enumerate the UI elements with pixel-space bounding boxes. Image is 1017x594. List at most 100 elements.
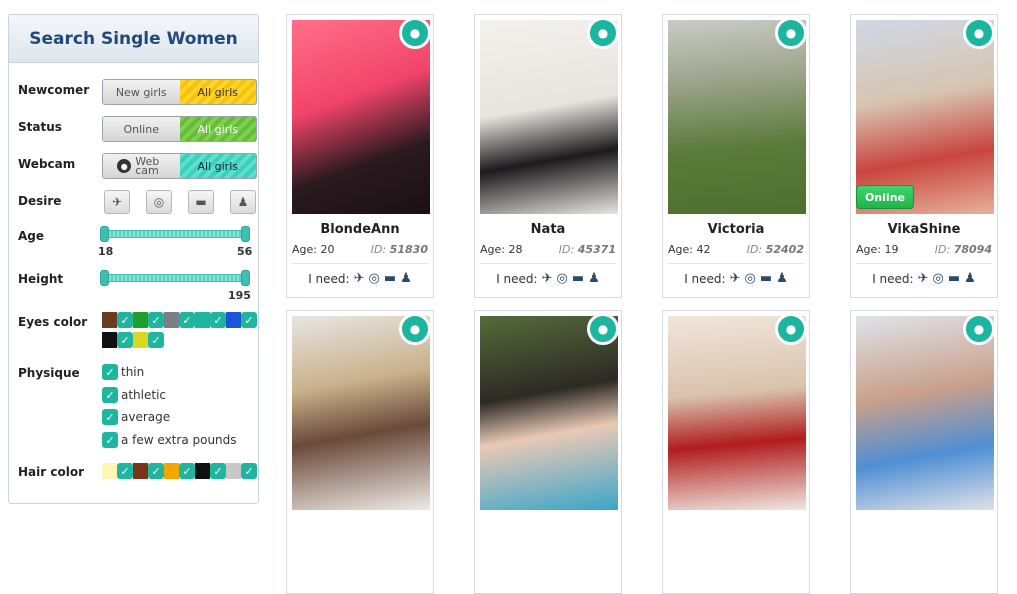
profile-name[interactable]: VikaShine bbox=[851, 222, 997, 237]
rings-icon: ◎ bbox=[932, 271, 944, 286]
newcomer-row: Newcomer New girls All girls bbox=[18, 79, 257, 107]
height-min-handle[interactable] bbox=[100, 270, 109, 286]
profile-id: ID: 78094 bbox=[934, 243, 992, 256]
newcomer-toggle: New girls All girls bbox=[102, 79, 257, 105]
webcam-icon[interactable]: ● bbox=[587, 313, 619, 345]
profile-card[interactable]: ● Victoria Age: 42 ID: 52402 I need: ✈ ◎ ▬ ♟ bbox=[662, 14, 810, 298]
all-girls-option[interactable]: All girls bbox=[179, 80, 256, 104]
physique-option[interactable]: ✓ a few extra pounds bbox=[102, 432, 237, 448]
profile-photo[interactable] bbox=[668, 316, 806, 510]
physique-option[interactable]: ✓ average bbox=[102, 409, 170, 425]
profile-card[interactable]: ● bbox=[850, 310, 998, 594]
webcam-icon[interactable]: ● bbox=[587, 17, 619, 49]
profile-name[interactable]: Nata bbox=[475, 222, 621, 237]
check-icon: ✓ bbox=[102, 387, 118, 403]
color-swatch[interactable]: ✓ bbox=[164, 312, 195, 328]
profile-card[interactable]: ● Nata Age: 28 ID: 45371 I need: ✈ ◎ ▬ ♟ bbox=[474, 14, 622, 298]
color-swatch[interactable]: ✓ bbox=[102, 332, 133, 348]
webcam-icon[interactable]: ● bbox=[399, 313, 431, 345]
check-icon: ✓ bbox=[148, 332, 164, 348]
eyes-label: Eyes color bbox=[18, 315, 88, 329]
profile-card[interactable]: ● Online VikaShine Age: 19 ID: 78094 I ne… bbox=[850, 14, 998, 298]
color-sample bbox=[133, 463, 148, 479]
age-min-value: 18 bbox=[98, 245, 114, 258]
color-sample bbox=[102, 463, 117, 479]
check-icon: ✓ bbox=[179, 312, 195, 328]
plane-icon[interactable]: ✈ bbox=[104, 190, 130, 214]
new-girls-option[interactable]: New girls bbox=[103, 80, 180, 104]
check-icon: ✓ bbox=[102, 432, 118, 448]
color-sample bbox=[226, 463, 241, 479]
age-slider[interactable] bbox=[100, 226, 250, 242]
desire-row: Desire ✈ ◎ ▬ ♟ bbox=[18, 190, 256, 218]
check-icon: ✓ bbox=[148, 312, 164, 328]
color-swatch[interactable]: ✓ bbox=[195, 463, 226, 479]
all-girls-option[interactable]: All girls bbox=[179, 117, 256, 141]
age-min-handle[interactable] bbox=[100, 226, 109, 242]
color-swatch[interactable]: ✓ bbox=[102, 312, 133, 328]
webcam-icon[interactable]: ● bbox=[399, 17, 431, 49]
physique-option[interactable]: ✓ thin bbox=[102, 364, 144, 380]
webcam-icon[interactable]: ● bbox=[963, 17, 995, 49]
webcam-icon[interactable]: ● bbox=[775, 313, 807, 345]
profile-id: ID: 45371 bbox=[558, 243, 616, 256]
height-max-handle[interactable] bbox=[241, 270, 250, 286]
check-icon: ✓ bbox=[241, 463, 257, 479]
plane-icon: ✈ bbox=[917, 271, 929, 286]
height-slider[interactable] bbox=[100, 270, 250, 286]
users-icon: ♟ bbox=[588, 271, 600, 286]
plane-icon: ✈ bbox=[729, 271, 741, 286]
webcam-icon[interactable]: ● bbox=[775, 17, 807, 49]
webcam-option[interactable]: ● Web cam bbox=[103, 154, 180, 178]
profile-photo[interactable] bbox=[480, 20, 618, 214]
chat-icon[interactable]: ▬ bbox=[188, 190, 214, 214]
profile-card[interactable]: ● bbox=[662, 310, 810, 594]
profile-photo[interactable] bbox=[856, 316, 994, 510]
rings-icon[interactable]: ◎ bbox=[146, 190, 172, 214]
age-label: Age bbox=[18, 229, 45, 243]
profile-photo[interactable] bbox=[480, 316, 618, 510]
all-girls-option[interactable]: All girls bbox=[179, 154, 256, 178]
status-toggle: Online All girls bbox=[102, 116, 257, 142]
profile-photo[interactable] bbox=[292, 20, 430, 214]
physique-label: Physique bbox=[18, 366, 80, 380]
eyes-color-swatches: ✓ ✓ ✓ ✓ ✓ ✓ ✓ bbox=[102, 312, 258, 352]
color-swatch[interactable]: ✓ bbox=[164, 463, 195, 479]
height-row: Height 195 bbox=[18, 270, 251, 310]
profile-card[interactable]: ● bbox=[286, 310, 434, 594]
profile-name[interactable]: Victoria bbox=[663, 222, 809, 237]
profile-card[interactable]: ● BlondeAnn Age: 20 ID: 51830 I need: ✈ ◎ ▬ ♟ bbox=[286, 14, 434, 298]
webcam-label: Webcam bbox=[18, 157, 76, 171]
check-icon: ✓ bbox=[179, 463, 195, 479]
webcam-icon[interactable]: ● bbox=[963, 313, 995, 345]
users-icon[interactable]: ♟ bbox=[230, 190, 256, 214]
users-icon: ♟ bbox=[776, 271, 788, 286]
profile-meta: Age: 42 ID: 52402 bbox=[668, 243, 804, 256]
physique-option[interactable]: ✓ athletic bbox=[102, 387, 166, 403]
check-icon: ✓ bbox=[102, 364, 118, 380]
color-swatch[interactable]: ✓ bbox=[133, 332, 164, 348]
online-option[interactable]: Online bbox=[103, 117, 180, 141]
color-swatch[interactable]: ✓ bbox=[102, 463, 133, 479]
hair-label: Hair color bbox=[18, 465, 84, 479]
needs-row: I need: ✈ ◎ ▬ ♟ bbox=[496, 271, 600, 286]
profile-photo[interactable] bbox=[292, 316, 430, 510]
profile-photo[interactable] bbox=[668, 20, 806, 214]
profile-card[interactable]: ● bbox=[474, 310, 622, 594]
color-sample bbox=[102, 332, 117, 348]
color-swatch[interactable]: ✓ bbox=[226, 312, 257, 328]
profile-name[interactable]: BlondeAnn bbox=[287, 222, 433, 237]
color-swatch[interactable]: ✓ bbox=[133, 463, 164, 479]
rings-icon: ◎ bbox=[556, 271, 568, 286]
check-icon: ✓ bbox=[117, 332, 133, 348]
color-swatch[interactable]: ✓ bbox=[226, 463, 257, 479]
status-row: Status Online All girls bbox=[18, 116, 257, 144]
chat-icon: ▬ bbox=[759, 271, 773, 286]
profile-id: ID: 51830 bbox=[370, 243, 428, 256]
age-max-handle[interactable] bbox=[241, 226, 250, 242]
color-swatch[interactable]: ✓ bbox=[133, 312, 164, 328]
profile-age: Age: 19 bbox=[856, 243, 899, 256]
age-max-value: 56 bbox=[237, 245, 253, 258]
online-badge: Online bbox=[856, 185, 914, 209]
color-swatch[interactable]: ✓ bbox=[195, 312, 226, 328]
